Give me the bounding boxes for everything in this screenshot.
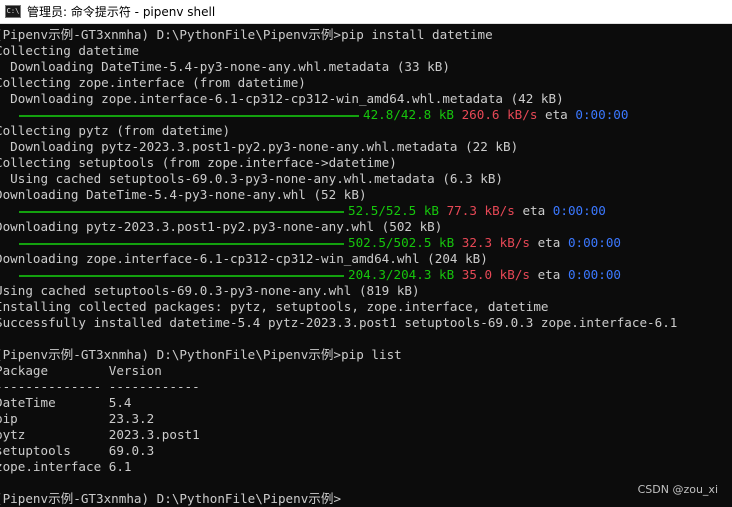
progress-row: 52.5/52.5 kB 77.3 kB/s eta 0:00:00	[0, 203, 732, 219]
progress-eta: 0:00:00	[567, 235, 622, 250]
cmd-icon: C:\	[5, 5, 21, 18]
console-line: (Pipenv示例-GT3xnmha) D:\PythonFile\Pipenv…	[0, 27, 493, 42]
console-line: Collecting pytz (from datetime)	[0, 123, 231, 138]
progress-stats: 52.5/52.5 kB 77.3 kB/s eta 0:00:00	[348, 203, 606, 219]
progress-eta: 0:00:00	[567, 267, 622, 282]
progress-size: 42.8/42.8 kB	[363, 107, 454, 122]
console-line: Downloading DateTime-5.4-py3-none-any.wh…	[0, 187, 367, 202]
progress-size: 204.3/204.3 kB	[348, 267, 455, 282]
progress-row: 204.3/204.3 kB 35.0 kB/s eta 0:00:00	[0, 267, 732, 283]
progress-bar	[19, 275, 344, 277]
progress-stats: 42.8/42.8 kB 260.6 kB/s eta 0:00:00	[363, 107, 628, 123]
console-line: Downloading zope.interface-6.1-cp312-cp3…	[0, 91, 564, 106]
progress-eta-label: eta	[545, 107, 568, 122]
console-line: Installing collected packages: pytz, set…	[0, 299, 549, 314]
console-line: pytz 2023.3.post1	[0, 427, 200, 442]
console-line: Successfully installed datetime-5.4 pytz…	[0, 315, 678, 330]
progress-stats: 502.5/502.5 kB 32.3 kB/s eta 0:00:00	[348, 235, 621, 251]
progress-bar	[19, 211, 344, 213]
console-line: Downloading DateTime-5.4-py3-none-any.wh…	[0, 59, 450, 74]
progress-stats: 204.3/204.3 kB 35.0 kB/s eta 0:00:00	[348, 267, 621, 283]
progress-bar	[19, 243, 344, 245]
progress-bar	[19, 115, 359, 117]
progress-eta-label: eta	[537, 267, 561, 282]
progress-eta-label: eta	[537, 235, 561, 250]
window-title: 管理员: 命令提示符 - pipenv shell	[27, 5, 216, 19]
progress-size: 52.5/52.5 kB	[348, 203, 439, 218]
console-line: Downloading zope.interface-6.1-cp312-cp3…	[0, 251, 488, 266]
progress-row: 502.5/502.5 kB 32.3 kB/s eta 0:00:00	[0, 235, 732, 251]
console-line: Collecting zope.interface (from datetime…	[0, 75, 306, 90]
console-line: -------------- ------------	[0, 379, 200, 394]
progress-speed: 35.0 kB/s	[461, 267, 530, 282]
progress-size: 502.5/502.5 kB	[348, 235, 455, 250]
progress-eta-label: eta	[522, 203, 546, 218]
console-line: zope.interface 6.1	[0, 459, 132, 474]
console-line: Collecting setuptools (from zope.interfa…	[0, 155, 397, 170]
console-line: Downloading pytz-2023.3.post1-py2.py3-no…	[0, 139, 519, 154]
console-line: pip 23.3.2	[0, 411, 155, 426]
console-line: setuptools 69.0.3	[0, 443, 155, 458]
console-line: Package Version	[0, 363, 162, 378]
console-output[interactable]: (Pipenv示例-GT3xnmha) D:\PythonFile\Pipenv…	[0, 27, 732, 506]
console-line: Collecting datetime	[0, 43, 140, 58]
title-bar[interactable]: C:\ 管理员: 命令提示符 - pipenv shell	[0, 0, 732, 24]
progress-speed: 32.3 kB/s	[461, 235, 530, 250]
console-prompt[interactable]: (Pipenv示例-GT3xnmha) D:\PythonFile\Pipenv…	[0, 491, 732, 507]
progress-eta: 0:00:00	[552, 203, 606, 218]
progress-eta: 0:00:00	[575, 107, 629, 122]
console-line: DateTime 5.4	[0, 395, 132, 410]
console-line: (Pipenv示例-GT3xnmha) D:\PythonFile\Pipenv…	[0, 347, 402, 362]
console-line: Downloading pytz-2023.3.post1-py2.py3-no…	[0, 219, 443, 234]
watermark: CSDN @zou_xi	[637, 483, 718, 496]
console-line: Using cached setuptools-69.0.3-py3-none-…	[0, 283, 420, 298]
progress-speed: 260.6 kB/s	[461, 107, 538, 122]
progress-row: 42.8/42.8 kB 260.6 kB/s eta 0:00:00	[0, 107, 732, 123]
progress-speed: 77.3 kB/s	[446, 203, 515, 218]
console-line: Using cached setuptools-69.0.3-py3-none-…	[0, 171, 503, 186]
